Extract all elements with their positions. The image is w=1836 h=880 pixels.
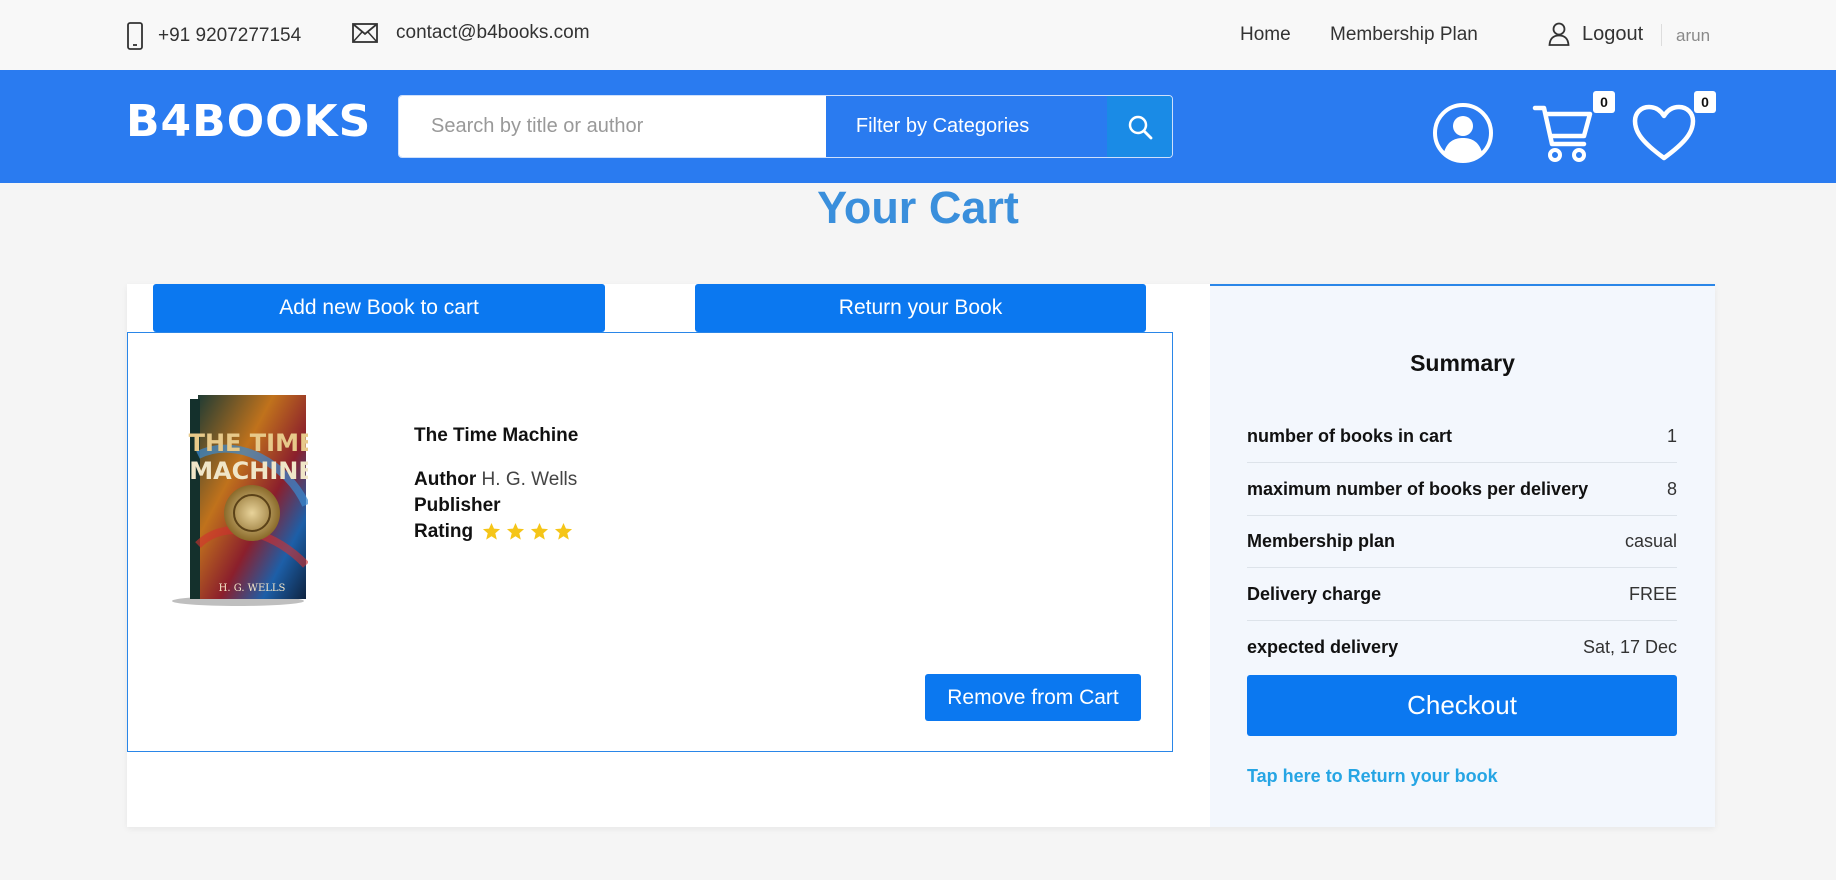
main-header: B4BOOKS Filter by Categories 0 0: [0, 70, 1836, 183]
cover-title-2: MACHINE: [189, 457, 308, 485]
book-cover-image[interactable]: THE TIME MACHINE H. G. WELLS: [168, 395, 308, 607]
book-publisher-line: Publisher: [414, 495, 501, 517]
top-bar: +91 9207277154 contact@b4books.com Home …: [0, 0, 1836, 70]
summary-value: 1: [1666, 426, 1677, 446]
heart-icon[interactable]: [1632, 104, 1696, 162]
summary-row: expected delivery Sat, 17 Dec: [1247, 621, 1677, 673]
category-filter-label: Filter by Categories: [855, 115, 1030, 137]
checkout-button[interactable]: Checkout: [1247, 675, 1677, 736]
summary-value: 8: [1666, 479, 1677, 499]
add-book-button[interactable]: Add new Book to cart: [153, 284, 605, 332]
search-bar: Filter by Categories: [398, 95, 1173, 158]
search-input[interactable]: [399, 96, 826, 157]
star-icon: [483, 523, 501, 541]
cover-author: H. G. WELLS: [219, 583, 286, 594]
mail-icon: [352, 23, 378, 43]
email-contact: contact@b4books.com: [352, 22, 590, 44]
phone-icon: [127, 22, 143, 50]
phone-contact: +91 9207277154: [126, 22, 301, 50]
site-logo[interactable]: B4BOOKS: [126, 96, 371, 147]
summary-label: maximum number of books per delivery: [1247, 479, 1589, 499]
book-title: The Time Machine: [414, 425, 579, 446]
book-author-line: Author H. G. Wells: [414, 469, 577, 491]
return-book-button[interactable]: Return your Book: [695, 284, 1146, 332]
nav-home-link[interactable]: Home: [1240, 24, 1291, 46]
logout-link[interactable]: Logout: [1548, 22, 1643, 46]
star-icon: [507, 523, 525, 541]
cart-panel: Add new Book to cart Return your Book TH…: [127, 284, 1715, 827]
return-book-link[interactable]: Tap here to Return your book: [1247, 766, 1498, 787]
remove-from-cart-button[interactable]: Remove from Cart: [925, 674, 1141, 721]
summary-row: Delivery charge FREE: [1247, 569, 1677, 621]
summary-row: maximum number of books per delivery 8: [1247, 464, 1677, 516]
account-icon[interactable]: [1432, 102, 1494, 164]
star-icon: [531, 523, 549, 541]
nav-membership-link[interactable]: Membership Plan: [1330, 24, 1478, 46]
email-address: contact@b4books.com: [396, 22, 590, 43]
summary-label: Membership plan: [1247, 531, 1396, 551]
cart-count-badge: 0: [1593, 91, 1615, 113]
cart-icon[interactable]: [1532, 104, 1594, 164]
username[interactable]: arun: [1676, 26, 1710, 46]
summary-label: Delivery charge: [1247, 584, 1382, 604]
summary-label: expected delivery: [1247, 636, 1399, 657]
summary-title: Summary: [1410, 350, 1515, 376]
summary-panel: Summary number of books in cart 1 maximu…: [1210, 284, 1715, 827]
user-outline-icon: [1548, 22, 1570, 46]
rating-stars: [482, 522, 573, 541]
wishlist-count-badge: 0: [1694, 91, 1716, 113]
category-filter[interactable]: Filter by Categories: [825, 96, 1108, 157]
divider: [1661, 24, 1662, 46]
page-title: Your Cart: [817, 182, 1019, 233]
search-icon: [1128, 115, 1152, 139]
summary-value: FREE: [1628, 584, 1677, 604]
book-rating-line: Rating: [414, 521, 573, 543]
star-icon: [555, 523, 573, 541]
summary-value: Sat, 17 Dec: [1582, 636, 1677, 657]
summary-row: number of books in cart 1: [1247, 411, 1677, 463]
summary-label: number of books in cart: [1247, 426, 1453, 446]
logout-label: Logout: [1582, 22, 1644, 45]
search-button[interactable]: [1107, 96, 1172, 157]
author-label: Author: [414, 469, 477, 490]
summary-value: casual: [1624, 531, 1677, 551]
author-value: H. G. Wells: [481, 469, 578, 490]
publisher-label: Publisher: [414, 495, 501, 516]
rating-label: Rating: [414, 521, 474, 542]
summary-row: Membership plan casual: [1247, 516, 1677, 568]
cover-title-1: THE TIME: [189, 429, 308, 457]
cart-item: THE TIME MACHINE H. G. WELLS The Time Ma…: [127, 332, 1173, 752]
phone-number: +91 9207277154: [158, 25, 302, 46]
